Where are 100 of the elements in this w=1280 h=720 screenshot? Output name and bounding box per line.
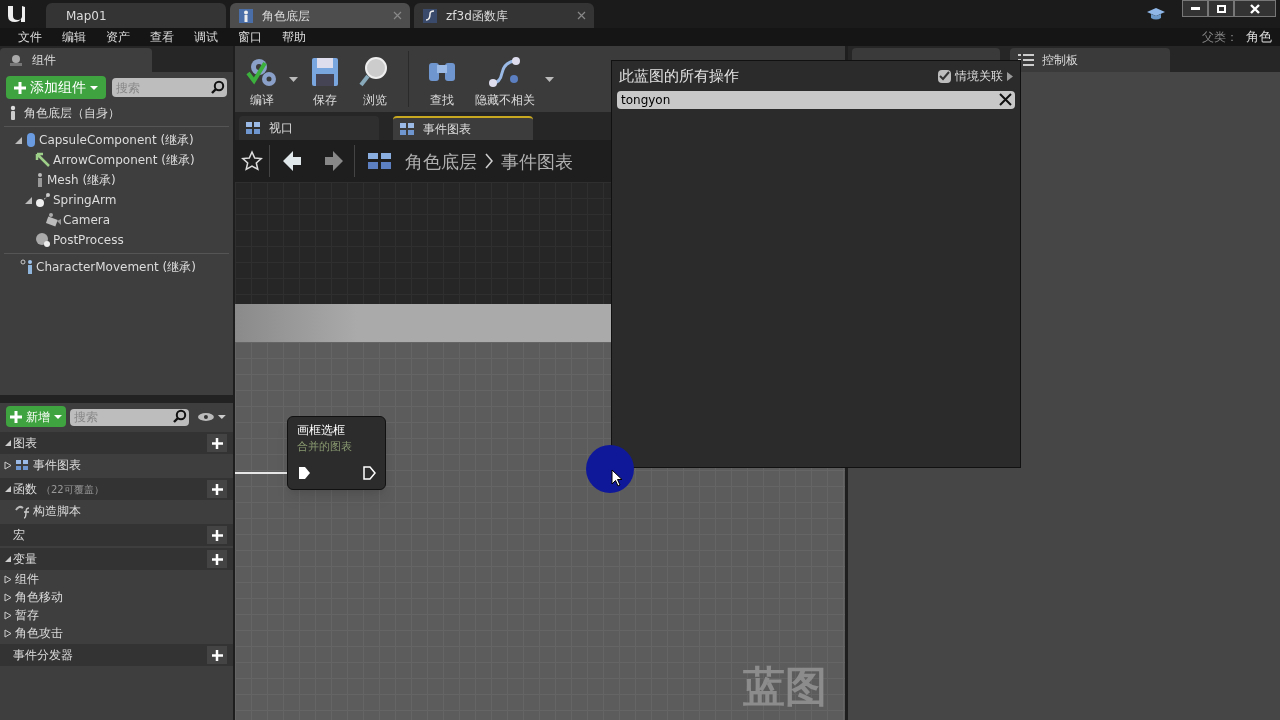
back-arrow-icon[interactable] — [282, 150, 302, 172]
section-header[interactable]: 宏 — [0, 524, 233, 546]
caret-right-icon[interactable] — [1007, 71, 1013, 81]
list-item[interactable]: 构造脚本 — [0, 500, 233, 522]
document-tab[interactable]: 角色底层 — [230, 3, 410, 28]
plus-icon — [10, 410, 22, 423]
tab-label: zf3d函数库 — [446, 7, 509, 25]
document-tab[interactable]: Map01 — [46, 3, 226, 28]
tree-item[interactable]: 角色底层（自身） — [0, 103, 233, 123]
tab-label: 控制板 — [1042, 52, 1078, 69]
toolbar-button[interactable]: 编译 — [239, 49, 285, 109]
eye-dropdown-icon[interactable] — [197, 410, 227, 423]
popup-title: 此蓝图的所有操作 — [619, 65, 739, 87]
expand-arrow-icon[interactable] — [4, 555, 12, 563]
graph-node[interactable]: 画框选框 合并的图表 — [287, 416, 386, 490]
context-sensitive-label: 情境关联 — [955, 68, 1003, 85]
category-item[interactable]: 角色移动 — [0, 588, 233, 606]
toolbar-button[interactable]: 浏览 — [352, 49, 398, 109]
panel-tab[interactable]: 控制板 — [1010, 48, 1170, 72]
caret-down-icon — [90, 85, 98, 90]
section-header[interactable]: 图表 — [0, 432, 233, 454]
parent-class-label: 父类： — [1202, 29, 1238, 46]
menu-item[interactable]: 帮助 — [272, 28, 316, 46]
tab-label: 视口 — [269, 120, 293, 137]
editor-tab[interactable]: 视口 — [239, 116, 379, 140]
node-title: 画框选框 — [297, 422, 346, 439]
close-button[interactable] — [1234, 0, 1276, 17]
expand-arrow-icon[interactable] — [4, 574, 12, 584]
tree-item-label: CharacterMovement (继承) — [36, 259, 196, 276]
expand-arrow-icon[interactable] — [4, 485, 12, 493]
section-title: 变量 — [13, 551, 37, 568]
tree-item[interactable]: CapsuleComponent (继承) — [0, 130, 233, 150]
tree-item[interactable]: CharacterMovement (继承) — [0, 257, 233, 277]
expand-arrow-icon[interactable] — [4, 439, 12, 447]
clear-icon[interactable] — [999, 93, 1012, 106]
menu-item[interactable]: 资产 — [96, 28, 140, 46]
close-icon — [1250, 3, 1260, 14]
caret-down-icon[interactable] — [545, 76, 554, 82]
tree-item-label: SpringArm — [53, 192, 117, 209]
caret-down-icon[interactable] — [289, 76, 298, 82]
expand-arrow-icon[interactable] — [4, 460, 12, 470]
panel-tab[interactable]: 组件 — [0, 48, 152, 72]
item-label: 角色移动 — [15, 589, 63, 606]
section-header[interactable]: 函数 （22可覆盖） — [0, 478, 233, 500]
grid-icon — [245, 121, 261, 135]
menu-item[interactable]: 编辑 — [52, 28, 96, 46]
add-button[interactable] — [207, 526, 227, 544]
expand-arrow-icon[interactable] — [24, 195, 33, 205]
section-header[interactable]: 变量 — [0, 548, 233, 570]
tree-item[interactable]: ArrowComponent (继承) — [0, 150, 233, 170]
mortarboard-icon[interactable] — [1146, 6, 1166, 22]
tree-item[interactable]: PostProcess — [0, 230, 233, 250]
tree-item-label: 角色底层（自身） — [24, 105, 120, 122]
section-title: 函数 — [13, 481, 37, 498]
menu-item[interactable]: 查看 — [140, 28, 184, 46]
tree-item[interactable]: SpringArm — [0, 190, 233, 210]
toolbar-button[interactable]: 查找 — [419, 49, 465, 109]
toolbar-button[interactable]: 隐藏不相关 — [469, 49, 541, 109]
minimize-button[interactable] — [1182, 0, 1208, 17]
breadcrumb-link[interactable]: 角色底层 — [405, 147, 477, 175]
menu-item[interactable]: 文件 — [8, 28, 52, 46]
close-icon[interactable] — [577, 11, 586, 20]
maximize-button[interactable] — [1208, 0, 1234, 17]
item-label: 角色攻击 — [15, 625, 63, 642]
menu-item[interactable]: 窗口 — [228, 28, 272, 46]
panel-tab-label: 组件 — [32, 52, 56, 69]
search-field[interactable]: tongyon — [617, 91, 1015, 109]
expand-arrow-icon[interactable] — [4, 610, 12, 620]
tree-item[interactable]: Mesh (继承) — [0, 170, 233, 190]
figure-icon — [238, 7, 254, 24]
checkbox[interactable] — [938, 69, 951, 83]
add-button[interactable] — [207, 434, 227, 452]
forward-arrow-icon[interactable] — [324, 150, 344, 172]
function-icon — [422, 7, 438, 24]
search-icon — [211, 80, 225, 94]
add-button[interactable] — [207, 550, 227, 568]
add-button[interactable] — [207, 480, 227, 498]
expand-arrow-icon[interactable] — [4, 592, 12, 602]
section-header[interactable]: 事件分发器 — [0, 644, 233, 666]
exec-input-pin-icon[interactable] — [297, 465, 311, 480]
menu-item[interactable]: 调试 — [184, 28, 228, 46]
list-item[interactable]: 事件图表 — [0, 454, 233, 476]
category-item[interactable]: 角色攻击 — [0, 624, 233, 642]
toolbar-button[interactable]: 保存 — [302, 49, 348, 109]
category-item[interactable]: 组件 — [0, 570, 233, 588]
category-item[interactable]: 暂存 — [0, 606, 233, 624]
tree-item-label: ArrowComponent (继承) — [53, 152, 195, 169]
expand-arrow-icon[interactable] — [14, 135, 23, 145]
exec-output-pin-icon[interactable] — [362, 465, 376, 480]
editor-tab[interactable]: 事件图表 — [393, 116, 533, 140]
tree-item[interactable]: Camera — [0, 210, 233, 230]
add-button[interactable] — [207, 646, 227, 664]
capsule-icon — [25, 132, 37, 148]
expand-arrow-icon[interactable] — [4, 628, 12, 638]
search-icon — [173, 409, 188, 423]
document-tab[interactable]: zf3d函数库 — [414, 3, 594, 28]
component-icon — [8, 53, 24, 67]
section-title: 图表 — [13, 435, 37, 452]
breadcrumb-link[interactable]: 事件图表 — [501, 147, 573, 175]
star-icon[interactable] — [241, 150, 263, 172]
